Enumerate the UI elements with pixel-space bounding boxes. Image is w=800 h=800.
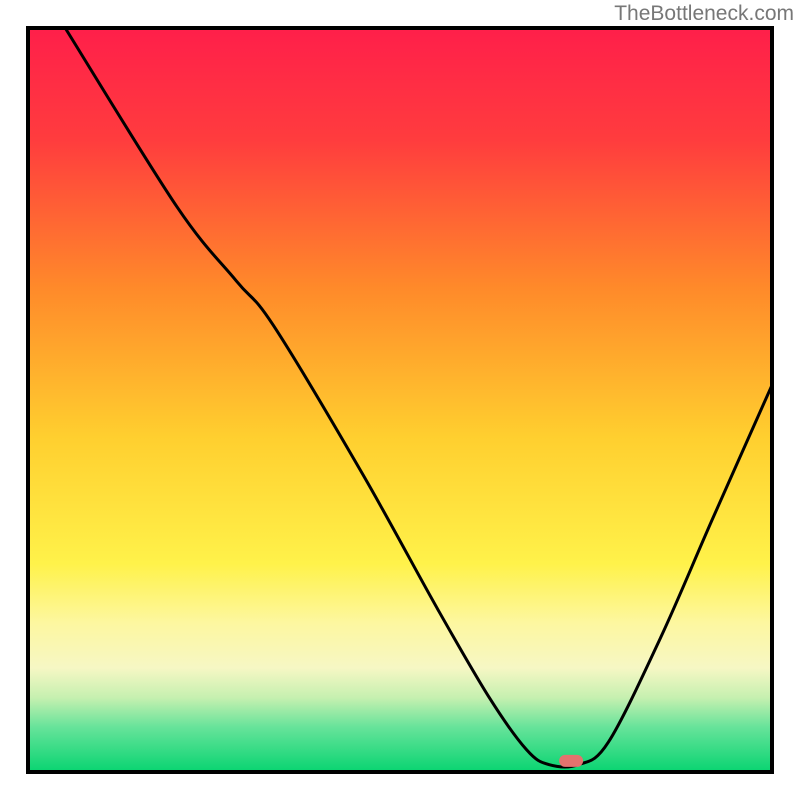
optimum-marker — [559, 755, 583, 767]
plot-background — [28, 28, 772, 772]
chart-canvas — [0, 0, 800, 800]
watermark-text: TheBottleneck.com — [614, 2, 794, 26]
chart-svg — [0, 0, 800, 800]
